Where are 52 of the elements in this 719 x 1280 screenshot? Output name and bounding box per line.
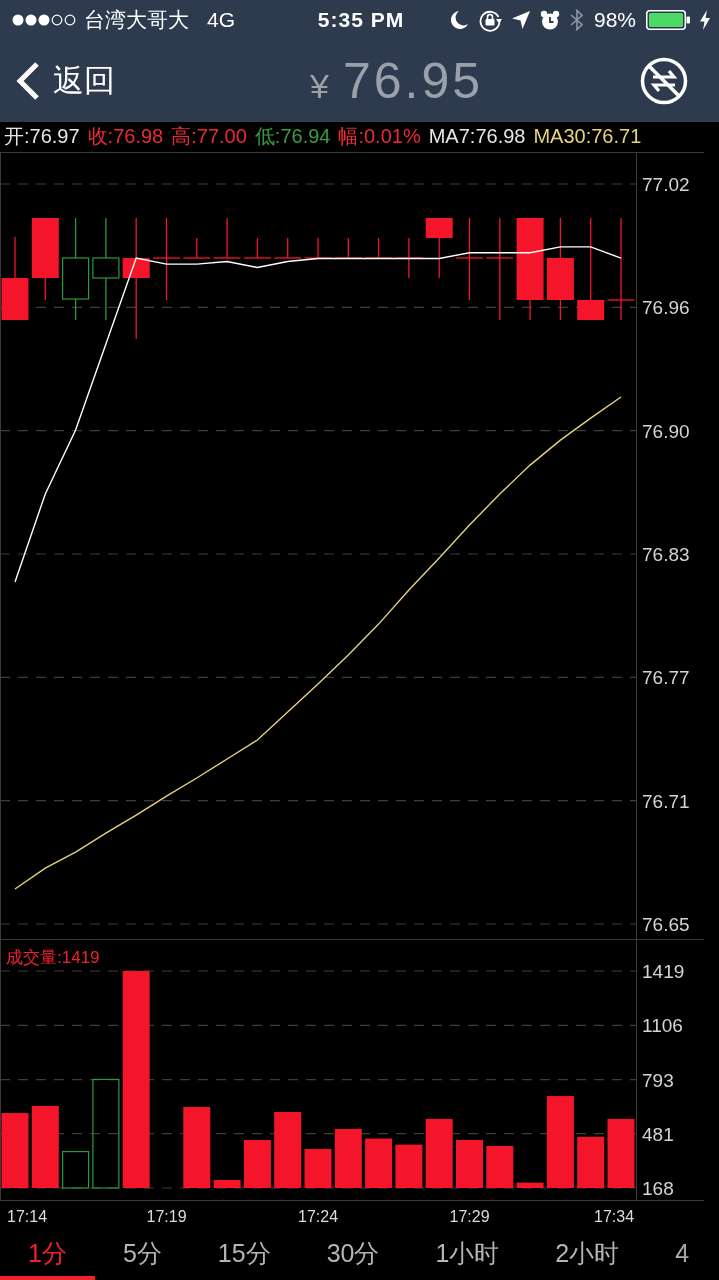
- currency-symbol: ¥: [310, 67, 329, 106]
- rotation-lock-icon: [477, 8, 502, 32]
- period-tab[interactable]: 2小时: [527, 1230, 648, 1280]
- candlestick: [273, 237, 302, 259]
- price-axis-label: 76.83: [642, 544, 690, 565]
- back-chevron-icon: [15, 61, 41, 101]
- period-tab[interactable]: 4: [647, 1230, 694, 1280]
- alarm-clock-icon: [539, 10, 560, 30]
- volume-axis-label: 1419: [642, 961, 685, 982]
- period-tab[interactable]: 15分: [189, 1230, 299, 1280]
- volume-axis-label: 168: [642, 1178, 674, 1199]
- moon-icon: [449, 10, 468, 30]
- network-type: 4G: [207, 8, 235, 32]
- bluetooth-icon: [569, 9, 584, 31]
- period-tab[interactable]: 1小时: [407, 1230, 528, 1280]
- battery-icon: [646, 10, 690, 30]
- charging-bolt-icon: [700, 10, 710, 30]
- period-tab[interactable]: 1分: [0, 1230, 95, 1280]
- signal-icon: [12, 14, 76, 26]
- carrier-name: 台湾大哥大: [84, 7, 189, 33]
- time-axis-label: 17:29: [449, 1208, 490, 1225]
- status-time: 5:35 PM: [317, 8, 405, 32]
- quote-value: 开:76.97: [4, 123, 80, 149]
- slashed-circle-icon[interactable]: [640, 57, 688, 105]
- time-axis-label: 17:34: [594, 1208, 635, 1225]
- location-arrow-icon: [511, 11, 530, 29]
- price-axis-label: 76.90: [642, 420, 690, 442]
- quote-value: 高:77.00: [171, 123, 247, 149]
- volume-axis-label: 1106: [642, 1015, 683, 1037]
- quote-value: 低:76.94: [254, 123, 331, 149]
- price-axis-label: 76.65: [642, 914, 690, 935]
- time-axis-label: 17:19: [146, 1208, 187, 1225]
- quote-value: MA7:76.98: [428, 124, 526, 148]
- quote-value: 幅:0.01%: [338, 123, 421, 149]
- price-axis-label: 76.96: [642, 297, 690, 319]
- battery-percent: 98%: [593, 8, 636, 32]
- volume-axis-label: 793: [642, 1069, 674, 1091]
- price-value: 76.95: [342, 52, 484, 110]
- back-button[interactable]: 返回: [15, 60, 115, 102]
- price-axis-label: 76.77: [642, 667, 690, 689]
- volume-title: 成交量:1419: [6, 948, 100, 967]
- quote-value: 收:76.98: [87, 123, 164, 149]
- price-axis-label: 77.02: [642, 174, 690, 195]
- candlestick: [334, 237, 363, 259]
- volume-axis-label: 481: [642, 1123, 674, 1145]
- period-tab[interactable]: 5分: [94, 1230, 190, 1280]
- quote-value: MA30:76.71: [533, 124, 642, 148]
- time-axis-label: 17:14: [7, 1208, 48, 1225]
- period-tab[interactable]: 30分: [298, 1230, 408, 1280]
- time-axis-label: 17:24: [298, 1208, 339, 1225]
- candlestick: [303, 237, 333, 259]
- price-axis-label: 76.71: [642, 790, 690, 812]
